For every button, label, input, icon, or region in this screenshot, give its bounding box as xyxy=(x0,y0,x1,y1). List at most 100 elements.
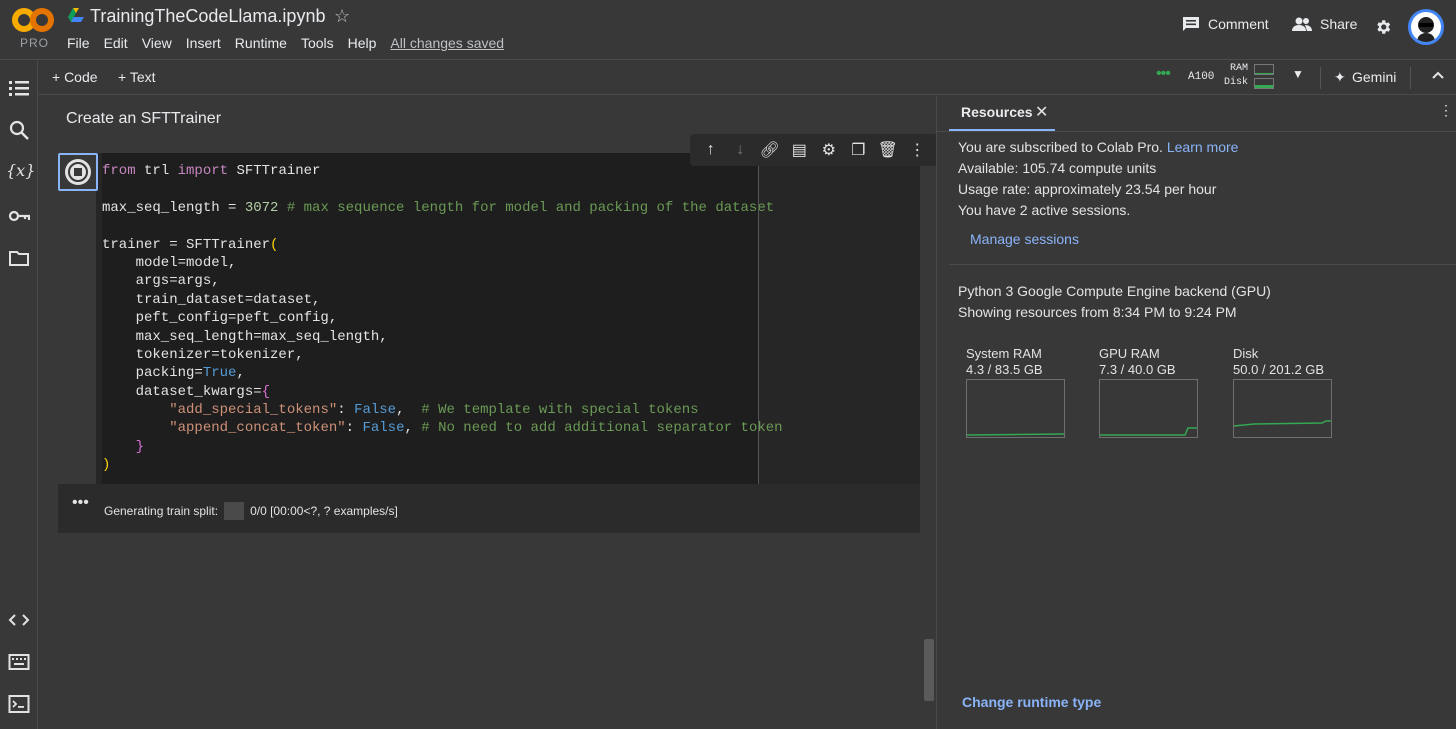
gemini-sparkle-icon: ✦ xyxy=(1334,69,1346,85)
close-icon[interactable]: ✕ xyxy=(1035,102,1048,122)
notebook-title[interactable]: TrainingTheCodeLlama.ipynb xyxy=(90,6,325,27)
menu-edit[interactable]: Edit xyxy=(104,35,128,51)
drive-icon[interactable] xyxy=(68,8,84,22)
scrollbar[interactable] xyxy=(924,639,934,701)
avatar[interactable] xyxy=(1408,9,1444,45)
table-of-contents-icon[interactable] xyxy=(8,77,30,99)
change-runtime-link[interactable]: Change runtime type xyxy=(962,694,1101,710)
gemini-button[interactable]: Gemini xyxy=(1352,69,1396,85)
code-line: packing=True, xyxy=(102,365,245,382)
output-label: Generating train split: xyxy=(104,504,219,518)
cell-gutter xyxy=(58,153,98,484)
variables-icon[interactable]: {𝑥} xyxy=(6,161,35,183)
learn-more-link[interactable]: Learn more xyxy=(1167,139,1239,155)
output-progress-text: 0/0 [00:00<?, ? examples/s] xyxy=(250,504,398,518)
code-editor[interactable]: from trl import SFTTrainer max_seq_lengt… xyxy=(102,153,783,484)
section-heading: Create an SFTTrainer xyxy=(66,110,222,127)
settings-button[interactable] xyxy=(1374,18,1392,36)
tab-resources[interactable]: Resources xyxy=(961,104,1033,120)
comment-label: Comment xyxy=(1208,16,1269,32)
stop-icon xyxy=(65,159,91,185)
colab-logo[interactable]: PRO xyxy=(12,6,54,50)
add-code-button[interactable]: + Code xyxy=(52,69,98,85)
toolbar-divider xyxy=(1410,67,1411,89)
cell-toolbar: ↑ ↓ 🔗︎ ▤ ⚙ ❐ 🗑︎ ⋮ xyxy=(690,134,938,166)
system-ram-graph: System RAM 4.3 / 83.5 GB xyxy=(966,346,1076,438)
menu-runtime[interactable]: Runtime xyxy=(235,35,287,51)
divider xyxy=(949,264,1456,265)
graph-name: GPU RAM xyxy=(1099,346,1160,361)
share-label: Share xyxy=(1320,16,1358,32)
terminal-icon[interactable] xyxy=(8,693,30,715)
code-line: from trl import SFTTrainer xyxy=(102,163,321,179)
gear-icon xyxy=(1377,20,1391,34)
manage-sessions-link[interactable]: Manage sessions xyxy=(970,231,1079,247)
code-line: peft_config=peft_config, xyxy=(102,310,338,327)
graph-box xyxy=(1233,379,1332,438)
disk-label: Disk xyxy=(1224,77,1249,88)
menu-tools[interactable]: Tools xyxy=(301,35,334,51)
time-range-text: Showing resources from 8:34 PM to 9:24 P… xyxy=(958,304,1237,320)
secrets-key-icon[interactable] xyxy=(8,205,30,227)
search-icon[interactable] xyxy=(8,119,30,141)
runtime-dropdown-icon[interactable]: ▼ xyxy=(1292,67,1304,81)
code-line: tokenizer=tokenizer, xyxy=(102,346,304,363)
resources-panel: Resources ✕ ⋮ You are subscribed to Cola… xyxy=(936,96,1456,729)
delete-trash-icon[interactable]: 🗑︎ xyxy=(878,140,898,160)
gpu-label[interactable]: A100 xyxy=(1188,71,1214,83)
code-line: "append_concat_token": False, # No need … xyxy=(169,420,783,437)
menu-help[interactable]: Help xyxy=(348,35,377,51)
more-vert-icon[interactable]: ⋮ xyxy=(907,140,927,160)
ram-meter xyxy=(1254,64,1274,75)
link-icon[interactable]: 🔗︎ xyxy=(760,140,780,160)
move-down-icon[interactable]: ↓ xyxy=(730,140,750,160)
output-progress: Generating train split: 0/0 [00:00<?, ? … xyxy=(104,502,398,520)
divider xyxy=(937,131,1456,132)
output-menu-icon[interactable]: ••• xyxy=(72,494,89,512)
files-folder-icon[interactable] xyxy=(8,247,30,269)
share-people-icon xyxy=(1292,17,1312,31)
subscribed-label: You are subscribed to Colab Pro. xyxy=(958,139,1163,155)
disk-graph: Disk 50.0 / 201.2 GB xyxy=(1233,346,1343,438)
code-line: ) xyxy=(102,457,111,474)
code-line: dataset_kwargs={ xyxy=(102,383,271,400)
colab-logo-icon xyxy=(12,8,54,32)
panel-more-icon[interactable]: ⋮ xyxy=(1439,102,1453,119)
toolbar-divider xyxy=(1320,67,1321,89)
connected-status-icon: ••• xyxy=(1156,65,1171,82)
comment-button[interactable]: Comment xyxy=(1182,16,1269,32)
code-line: args=args, xyxy=(102,273,220,290)
notebook-main: Create an SFTTrainer from trl import SFT… xyxy=(38,96,938,729)
menu-file[interactable]: File xyxy=(67,35,90,51)
active-sessions: You have 2 active sessions. xyxy=(958,202,1131,218)
subscription-text: You are subscribed to Colab Pro. Learn m… xyxy=(958,139,1238,155)
code-line: model=model, xyxy=(102,254,237,271)
cell-settings-gear-icon[interactable]: ⚙ xyxy=(819,140,839,160)
notebook-toolbar: + Code + Text ••• A100 RAM Disk ▼ ✦ Gemi… xyxy=(38,61,1456,95)
menu-view[interactable]: View xyxy=(142,35,172,51)
code-line: "add_special_tokens": False, # We templa… xyxy=(169,402,699,419)
stop-execution-button[interactable] xyxy=(58,153,98,191)
chevron-up-icon[interactable] xyxy=(1432,71,1444,79)
graph-value: 4.3 / 83.5 GB xyxy=(966,362,1043,377)
comment-cell-icon[interactable]: ▤ xyxy=(789,140,809,160)
left-sidebar: {𝑥} xyxy=(0,61,38,729)
code-snippets-icon[interactable] xyxy=(8,609,30,631)
share-button[interactable]: Share xyxy=(1292,16,1357,32)
add-text-button[interactable]: + Text xyxy=(118,69,156,85)
code-cell[interactable]: from trl import SFTTrainer max_seq_lengt… xyxy=(58,134,938,533)
code-line: } xyxy=(135,438,145,455)
move-up-icon[interactable]: ↑ xyxy=(701,140,721,160)
code-line: train_dataset=dataset, xyxy=(102,291,321,308)
graph-name: System RAM xyxy=(966,346,1042,361)
save-status[interactable]: All changes saved xyxy=(390,35,504,51)
command-palette-icon[interactable] xyxy=(8,651,30,673)
star-icon[interactable]: ☆ xyxy=(334,6,350,27)
available-units: Available: 105.74 compute units xyxy=(958,160,1157,176)
progress-bar xyxy=(224,502,245,520)
mirror-cell-icon[interactable]: ❐ xyxy=(848,140,868,160)
menu-insert[interactable]: Insert xyxy=(186,35,221,51)
top-bar: PRO TrainingTheCodeLlama.ipynb ☆ File Ed… xyxy=(0,0,1456,60)
comment-icon xyxy=(1183,17,1199,31)
